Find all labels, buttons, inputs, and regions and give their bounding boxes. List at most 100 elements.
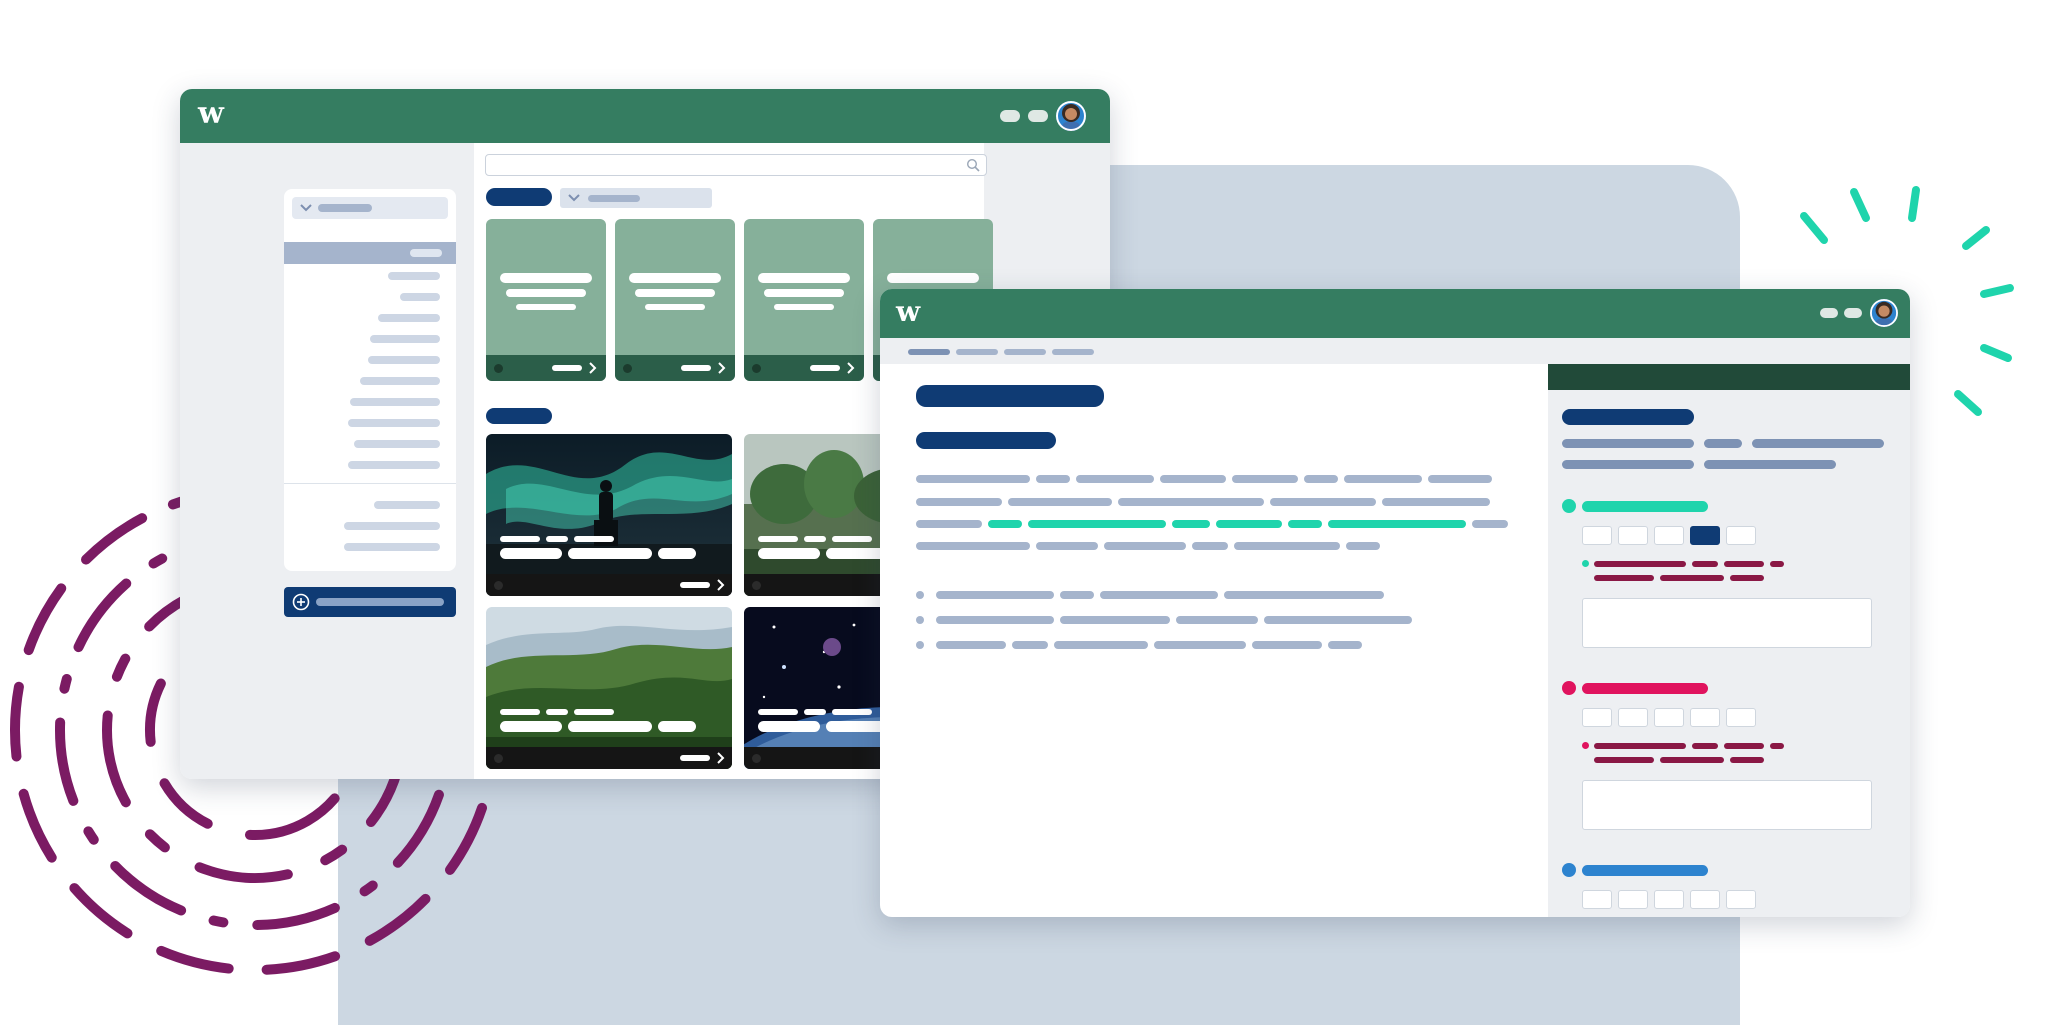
- list-item-line: [1328, 641, 1362, 649]
- sidebar-item[interactable]: [360, 377, 440, 385]
- breadcrumb-item-active[interactable]: [908, 349, 950, 355]
- bullet-dot-icon: [916, 616, 924, 624]
- highlighted-text[interactable]: [1216, 520, 1282, 528]
- filter-chip-active[interactable]: [486, 188, 552, 206]
- comment-line: [1660, 757, 1724, 763]
- card-footer: [486, 747, 732, 769]
- section-heading: [486, 408, 552, 424]
- dropdown-label: [318, 204, 372, 212]
- highlighted-text[interactable]: [1328, 520, 1466, 528]
- comment-textarea[interactable]: [1582, 598, 1872, 648]
- rating-option-selected[interactable]: [1690, 526, 1720, 545]
- text-line: [916, 542, 1030, 550]
- sidebar-item[interactable]: [378, 314, 440, 322]
- chevron-right-icon[interactable]: [716, 752, 726, 764]
- filter-dropdown[interactable]: [560, 188, 712, 208]
- sidebar-item[interactable]: [350, 398, 440, 406]
- status-dot-icon: [494, 364, 503, 373]
- text-line: [1232, 475, 1298, 483]
- chevron-right-icon[interactable]: [716, 579, 726, 591]
- list-item-line: [936, 616, 1054, 624]
- highlighted-text[interactable]: [1028, 520, 1166, 528]
- rating-option[interactable]: [1726, 708, 1756, 727]
- aurora-silhouette-card[interactable]: [486, 434, 732, 596]
- list-item-line: [1176, 616, 1258, 624]
- rating-option[interactable]: [1654, 526, 1684, 545]
- rating-option[interactable]: [1582, 708, 1612, 727]
- chevron-right-icon[interactable]: [717, 362, 727, 374]
- course-card[interactable]: [615, 219, 735, 381]
- breadcrumb-item[interactable]: [956, 349, 998, 355]
- sidebar-item[interactable]: [400, 293, 440, 301]
- card-subtitle-line: [516, 304, 576, 310]
- filter-label: [588, 195, 640, 202]
- annotation-panel-header: [1548, 364, 1910, 390]
- user-avatar-icon[interactable]: [1870, 299, 1898, 327]
- rating-option[interactable]: [1654, 890, 1684, 909]
- rating-option[interactable]: [1690, 708, 1720, 727]
- sidebar-item[interactable]: [348, 461, 440, 469]
- text-line: [1346, 542, 1380, 550]
- search-input[interactable]: [485, 154, 987, 176]
- search-icon[interactable]: [966, 158, 980, 172]
- window-control-button[interactable]: [1028, 110, 1048, 122]
- card-title-line: [658, 548, 696, 559]
- list-item-line: [1012, 641, 1048, 649]
- section-subtitle: [916, 432, 1056, 449]
- sidebar-item[interactable]: [370, 335, 440, 343]
- card-meta-line: [758, 709, 798, 715]
- course-card[interactable]: [486, 219, 606, 381]
- card-title-line: [506, 289, 586, 297]
- category-dropdown[interactable]: [292, 197, 448, 219]
- sidebar-item[interactable]: [344, 522, 440, 530]
- breadcrumb-item[interactable]: [1052, 349, 1094, 355]
- highlighted-text[interactable]: [1288, 520, 1322, 528]
- title-bar: w: [880, 289, 1910, 338]
- sidebar-item[interactable]: [344, 543, 440, 551]
- sidebar-item[interactable]: [368, 356, 440, 364]
- chevron-right-icon[interactable]: [588, 362, 598, 374]
- rating-option[interactable]: [1618, 890, 1648, 909]
- breadcrumb-item[interactable]: [1004, 349, 1046, 355]
- chevron-right-icon[interactable]: [846, 362, 856, 374]
- sidebar-item-active[interactable]: [284, 242, 456, 264]
- rating-option[interactable]: [1618, 526, 1648, 545]
- user-avatar-icon[interactable]: [1056, 101, 1086, 131]
- sidebar-item[interactable]: [348, 419, 440, 427]
- highlighted-text[interactable]: [988, 520, 1022, 528]
- highlighted-text[interactable]: [1172, 520, 1210, 528]
- text-line: [916, 520, 982, 528]
- title-bar: w: [180, 89, 1110, 143]
- rating-option[interactable]: [1690, 890, 1720, 909]
- comment-line: [1692, 561, 1718, 567]
- rating-option[interactable]: [1726, 526, 1756, 545]
- card-title-line: [635, 289, 715, 297]
- chevron-down-icon: [568, 194, 580, 202]
- breadcrumb: [880, 338, 1910, 364]
- card-title-line: [758, 548, 820, 559]
- rating-option[interactable]: [1582, 890, 1612, 909]
- rating-option[interactable]: [1618, 708, 1648, 727]
- window-control-button[interactable]: [1844, 308, 1862, 318]
- text-line: [1118, 498, 1264, 506]
- add-course-button[interactable]: [284, 587, 456, 617]
- card-footer: [615, 355, 735, 381]
- window-control-button[interactable]: [1000, 110, 1020, 122]
- text-line: [1382, 498, 1490, 506]
- card-title-line: [758, 273, 850, 283]
- rating-option[interactable]: [1582, 526, 1612, 545]
- window-control-button[interactable]: [1820, 308, 1838, 318]
- status-dot-icon: [752, 581, 761, 590]
- rating-option[interactable]: [1654, 708, 1684, 727]
- card-footer: [486, 355, 606, 381]
- sidebar-item[interactable]: [374, 501, 440, 509]
- comment-textarea[interactable]: [1582, 780, 1872, 830]
- sidebar-nav: [284, 189, 456, 571]
- comment-line: [1594, 561, 1686, 567]
- forest-hills-card[interactable]: [486, 607, 732, 769]
- sidebar-item[interactable]: [388, 272, 440, 280]
- course-card[interactable]: [744, 219, 864, 381]
- card-meta-line: [546, 709, 568, 715]
- sidebar-item[interactable]: [354, 440, 440, 448]
- rating-option[interactable]: [1726, 890, 1756, 909]
